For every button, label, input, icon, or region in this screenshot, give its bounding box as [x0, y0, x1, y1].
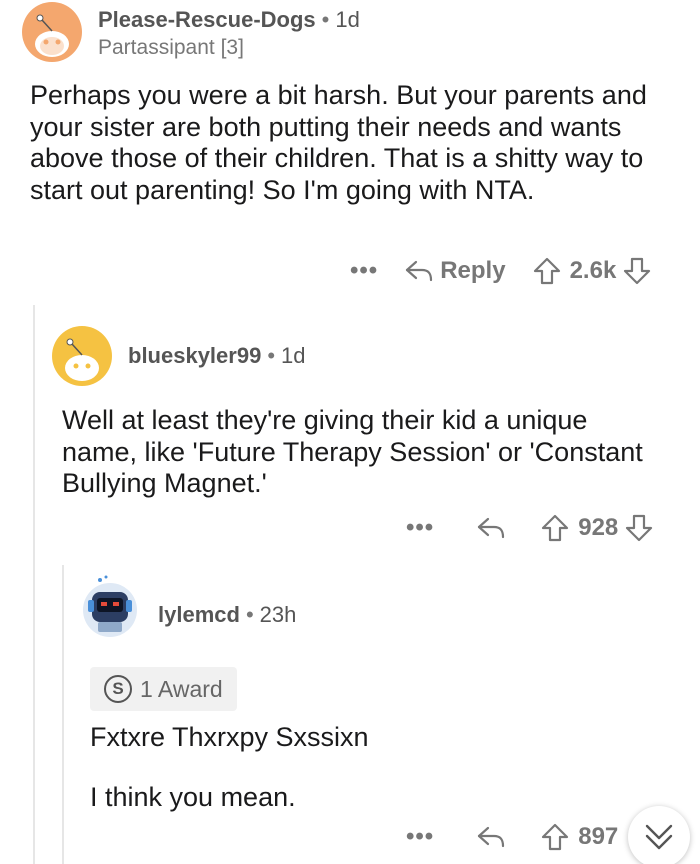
- downvote-icon[interactable]: [624, 513, 654, 543]
- more-options-button[interactable]: •••: [406, 514, 434, 542]
- award-count: 1 Award: [140, 675, 223, 702]
- avatar[interactable]: [80, 574, 140, 640]
- snoo-avatar-icon: [35, 14, 69, 57]
- downvote-icon[interactable]: [622, 256, 652, 286]
- comment-body-line: Fxtxre Thxrxpy Sxssixn: [90, 722, 369, 752]
- separator-dot: •: [245, 602, 254, 627]
- snoo-avatar-icon: [65, 338, 99, 381]
- reply-icon[interactable]: [476, 515, 506, 541]
- award-badge[interactable]: S 1 Award: [90, 667, 237, 711]
- upvote-icon[interactable]: [540, 513, 570, 543]
- thread-line[interactable]: [33, 305, 35, 864]
- comment-age: 23h: [259, 602, 297, 627]
- vote-score: 2.6k: [569, 257, 617, 284]
- avatar[interactable]: [22, 2, 82, 62]
- vote-score: 928: [578, 514, 619, 541]
- comment-actions: ••• 897: [406, 821, 618, 853]
- comment-username[interactable]: Please-Rescue-Dogs • 1d: [98, 7, 360, 33]
- comment-body-line: I think you mean.: [90, 782, 296, 812]
- comment-actions: ••• Reply 2.6k: [350, 255, 652, 287]
- reply-icon[interactable]: [476, 824, 506, 850]
- comment-body: Well at least they're giving their kid a…: [62, 405, 643, 498]
- reply-button[interactable]: Reply: [440, 257, 505, 285]
- comment-body: Perhaps you were a bit harsh. But your p…: [30, 80, 647, 205]
- more-options-button[interactable]: •••: [406, 823, 434, 851]
- more-options-button[interactable]: •••: [350, 257, 378, 285]
- separator-dot: •: [267, 343, 276, 368]
- upvote-icon[interactable]: [532, 256, 562, 286]
- comment-username[interactable]: blueskyler99 • 1d: [128, 343, 306, 369]
- thread-line[interactable]: [62, 565, 64, 864]
- comment-age: 1d: [335, 7, 360, 32]
- vote-score: 897: [578, 823, 619, 850]
- next-comment-button[interactable]: [628, 806, 690, 864]
- robot-avatar-icon: [83, 575, 137, 637]
- reply-icon[interactable]: [404, 258, 434, 284]
- user-flair: Partassipant [3]: [98, 36, 244, 59]
- double-chevron-down-icon: [645, 824, 673, 850]
- comment-age: 1d: [281, 343, 306, 368]
- upvote-icon[interactable]: [540, 822, 570, 852]
- comment-actions: ••• 928: [406, 512, 654, 544]
- comment-username[interactable]: lylemcd • 23h: [158, 602, 296, 628]
- silver-award-icon: S: [104, 675, 132, 703]
- avatar[interactable]: [52, 326, 112, 386]
- separator-dot: •: [321, 7, 330, 32]
